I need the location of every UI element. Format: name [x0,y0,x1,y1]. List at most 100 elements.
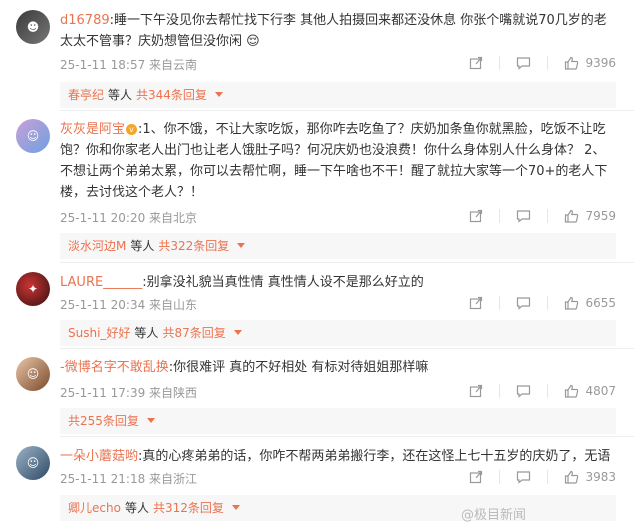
reply-count[interactable]: 共344条回复 [136,88,207,102]
comment-body: LAURE______:别拿没礼貌当真性情 真性情人设不是那么好立的 [60,275,424,290]
divider [547,470,549,484]
comment-body: -微博名字不敢乱换:你很难评 真的不好相处 有标对待姐姐那样嘛 [60,360,429,375]
divider [547,384,549,398]
username[interactable]: -微博名字不敢乱换 [60,360,169,375]
reply-summary[interactable]: 淡水河边M 等人 共322条回复 [60,233,616,259]
reply-etc: 等人 [124,501,149,515]
comment-body: 灰灰是阿宝 v:1、你不饿，不让大家吃饭，那你咋去吃鱼了？庆奶加条鱼你就黑脸，吃饭… [60,122,608,200]
username[interactable]: d16789 [60,13,110,28]
action-bar: 9396 [469,56,616,70]
reply-summary[interactable]: 春亭纪 等人 共344条回复 [60,82,616,108]
timestamp: 25-1-11 21:18 来自浙江 [60,472,198,486]
like-count: 9396 [585,56,616,70]
reply-username[interactable]: 淡水河边M [68,239,126,253]
share-button[interactable] [469,209,483,223]
caret-down-icon [214,92,223,97]
reply-summary[interactable]: Sushi_好好 等人 共87条回复 [60,320,616,346]
comment-text: 真的心疼弟弟的话，你咋不帮两弟弟搬行李，还在这怪上七十五岁的庆奶了，无语 [142,449,611,464]
comment-text: 你很难评 真的不好相处 有标对待姐姐那样嘛 [173,360,429,375]
thumbs-up-icon [565,470,579,484]
reply-count[interactable]: 共255条回复 [68,414,139,428]
like-count: 7959 [585,209,616,223]
caret-down-icon [231,505,240,510]
reply-username[interactable]: 卿儿echo [68,501,121,515]
comment-button[interactable] [516,296,531,310]
share-icon [470,384,483,398]
share-button[interactable] [469,56,483,70]
comment-meta: 25-1-11 17:39 来自陕西 4807 [60,384,616,404]
share-button[interactable] [469,296,483,310]
comment-button[interactable] [516,56,531,70]
action-bar: 4807 [469,384,616,398]
comment-meta: 25-1-11 20:34 来自山东 6655 [60,296,616,316]
like-count: 3983 [585,470,616,484]
divider [499,296,501,310]
caret-down-icon [146,418,155,423]
share-button[interactable] [469,470,483,484]
comment-icon [517,471,531,484]
comment-button[interactable] [516,470,531,484]
divider [60,436,634,437]
reply-etc: 等人 [134,326,159,340]
comment-text: 别拿没礼貌当真性情 真性情人设不是那么好立的 [146,275,424,290]
like-count: 4807 [585,384,616,398]
share-icon [470,470,483,484]
caret-down-icon [233,330,242,335]
comment-button[interactable] [516,209,531,223]
divider [60,348,634,349]
reply-etc: 等人 [130,239,155,253]
username[interactable]: LAURE______ [60,275,142,290]
reply-count[interactable]: 共322条回复 [158,239,229,253]
watermark: @极目新闻 [460,508,526,523]
like-button[interactable]: 3983 [564,470,616,484]
timestamp: 25-1-11 17:39 来自陕西 [60,386,198,400]
action-bar: 6655 [469,296,616,310]
like-button[interactable]: 6655 [564,296,616,310]
comment-text: 睡一下午没见你去帮忙找下行李 其他人拍摄回来都还没休息 你张个嘴就说70几岁的老… [60,13,607,49]
avatar[interactable]: ✦ [16,272,50,306]
comment-body: 一朵小蘑菇哟:真的心疼弟弟的话，你咋不帮两弟弟搬行李，还在这怪上七十五岁的庆奶了… [60,449,611,464]
thumbs-up-icon [565,296,579,310]
divider [547,56,549,70]
comment-text: 1、你不饿，不让大家吃饭，那你咋去吃鱼了？庆奶加条鱼你就黑脸，吃饭不让吃饱？你和… [60,122,608,200]
share-button[interactable] [469,384,483,398]
like-button[interactable]: 4807 [564,384,616,398]
username[interactable]: 灰灰是阿宝 [60,122,125,137]
reply-count[interactable]: 共312条回复 [153,501,224,515]
username[interactable]: 一朵小蘑菇哟 [60,449,138,464]
divider [547,296,549,310]
verified-badge-icon: v [126,124,138,135]
avatar[interactable]: ☻ [16,10,50,44]
comment-icon [517,57,531,70]
share-icon [470,296,483,310]
thumbs-up-icon [565,209,579,223]
share-icon [470,209,483,223]
comment-meta: 25-1-11 18:57 来自云南 9396 [60,56,616,76]
avatar[interactable]: ☺ [16,446,50,480]
comment-icon [517,297,531,310]
reply-count[interactable]: 共87条回复 [162,326,225,340]
comment-icon [517,385,531,398]
reply-username[interactable]: 春亭纪 [68,88,104,102]
action-bar: 7959 [469,209,616,223]
like-button[interactable]: 7959 [564,209,616,223]
divider [499,56,501,70]
reply-username[interactable]: Sushi_好好 [68,326,130,340]
avatar[interactable]: ☺ [16,357,50,391]
comment-meta: 25-1-11 20:20 来自北京 7959 [60,209,616,229]
caret-down-icon [237,243,246,248]
reply-summary[interactable]: 共255条回复 [60,408,616,434]
like-count: 6655 [585,296,616,310]
divider [499,209,501,223]
comment-body: d16789:睡一下午没见你去帮忙找下行李 其他人拍摄回来都还没休息 你张个嘴就… [60,13,607,49]
divider [547,209,549,223]
thumbs-up-icon [565,56,579,70]
comment-button[interactable] [516,384,531,398]
avatar[interactable]: ☺ [16,119,50,153]
divider [499,470,501,484]
timestamp: 25-1-11 20:20 来自北京 [60,211,198,225]
like-button[interactable]: 9396 [564,56,616,70]
reply-summary[interactable]: 卿儿echo 等人 共312条回复 [60,495,616,521]
reply-etc: 等人 [108,88,133,102]
comment-meta: 25-1-11 21:18 来自浙江 3983 [60,470,616,490]
